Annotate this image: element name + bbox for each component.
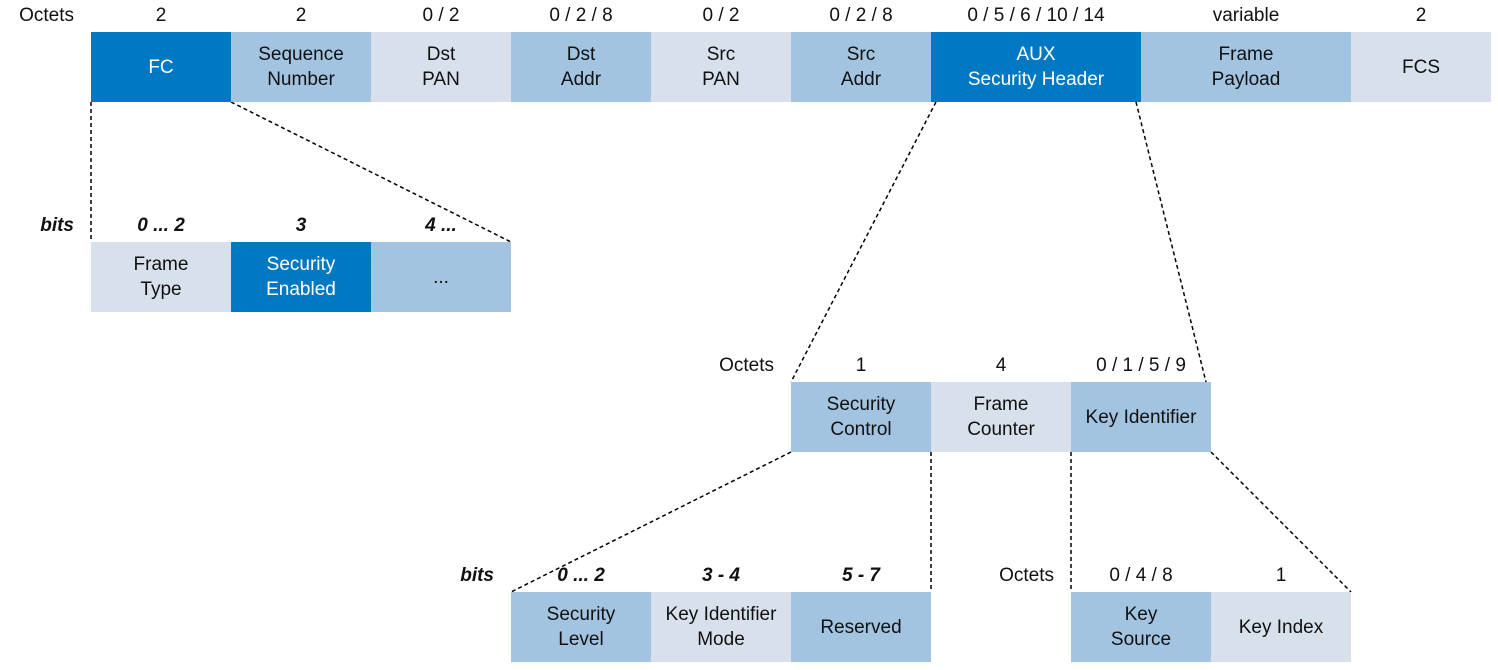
- field-size: 3 - 4: [701, 565, 741, 586]
- field-size: 2: [1415, 5, 1427, 26]
- field-size: 5 - 7: [841, 565, 881, 586]
- field-size: 0 / 2 / 8: [829, 5, 893, 26]
- security-control-row-label: bits: [460, 565, 494, 586]
- key-identifier-row-label: Octets: [999, 565, 1054, 586]
- field-frame-payload: Frame Payload: [1141, 32, 1351, 102]
- field-src-pan: Src PAN: [651, 32, 791, 102]
- field-size: 1: [1275, 565, 1287, 586]
- field-frame-counter: Frame Counter: [931, 382, 1071, 452]
- field-src-addr: Src Addr: [791, 32, 931, 102]
- field-fcs: FCS: [1351, 32, 1491, 102]
- field-frame-type: Frame Type: [91, 242, 231, 312]
- field-key-identifier: Key Identifier: [1071, 382, 1211, 452]
- field-size: 3: [295, 215, 307, 236]
- field-fc: FC: [91, 32, 231, 102]
- field-size: 0 / 5 / 6 / 10 / 14: [967, 5, 1105, 26]
- field-size: 0 / 2: [422, 5, 460, 26]
- field-size: 0 / 4 / 8: [1109, 565, 1173, 586]
- field-aux-security-header: AUX Security Header: [931, 32, 1141, 102]
- field-size: variable: [1212, 5, 1280, 26]
- field-security-level: Security Level: [511, 592, 651, 662]
- field-size: 2: [295, 5, 307, 26]
- frame-row-label: Octets: [19, 5, 74, 26]
- field-size: 2: [155, 5, 167, 26]
- field-reserved: Reserved: [791, 592, 931, 662]
- field-security-control: Security Control: [791, 382, 931, 452]
- field-size: 4 ...: [425, 215, 457, 236]
- field-key-identifier-mode: Key Identifier Mode: [651, 592, 791, 662]
- aux-row-label: Octets: [719, 355, 774, 376]
- fc-row-label: bits: [40, 215, 74, 236]
- field-size: 1: [855, 355, 867, 376]
- field-security-enabled: Security Enabled: [231, 242, 371, 312]
- field-dst-addr: Dst Addr: [511, 32, 651, 102]
- field-dst-pan: Dst PAN: [371, 32, 511, 102]
- field-: ...: [371, 242, 511, 312]
- connector-line: [1135, 101, 1207, 383]
- field-size: 0 / 2 / 8: [549, 5, 613, 26]
- connector-line: [790, 101, 937, 383]
- field-key-index: Key Index: [1211, 592, 1351, 662]
- field-sequence-number: Sequence Number: [231, 32, 371, 102]
- field-size: 0 ... 2: [557, 565, 605, 586]
- field-size: 0 ... 2: [137, 215, 185, 236]
- field-key-source: Key Source: [1071, 592, 1211, 662]
- field-size: 0 / 2: [702, 5, 740, 26]
- field-size: 4: [995, 355, 1007, 376]
- field-size: 0 / 1 / 5 / 9: [1096, 355, 1186, 376]
